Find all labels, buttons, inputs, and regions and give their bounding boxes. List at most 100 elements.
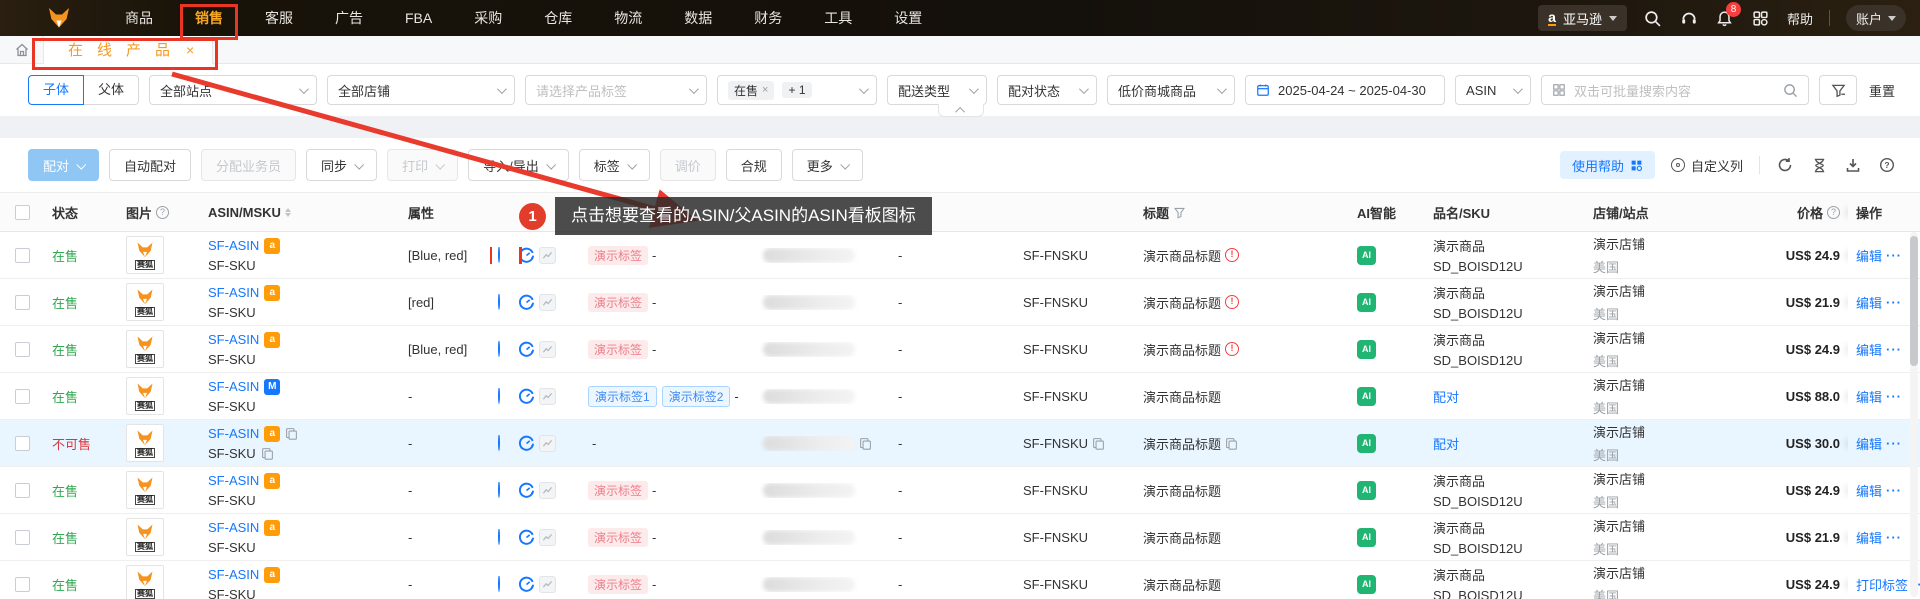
asin-link[interactable]: SF-ASIN [208,238,259,253]
asin-dashboard-pie-icon[interactable] [498,528,500,545]
keyword-radar-icon[interactable] [518,529,535,546]
trend-chart-icon[interactable] [539,528,556,546]
toolbar-button-1[interactable]: 自动配对 [109,149,192,181]
delivery-type-select[interactable]: 配送类型 [887,75,988,105]
nav-item-6[interactable]: 仓库 [523,0,593,36]
toolbar-button-5[interactable]: 导入/导出 [468,149,569,181]
header-shop-site[interactable]: 店铺/站点 [1585,203,1760,222]
row-more-button[interactable]: ··· [1886,342,1902,357]
row-checkbox[interactable] [14,529,30,545]
nav-item-10[interactable]: 工具 [803,0,873,36]
keyword-radar-icon[interactable] [518,388,535,405]
advanced-filter-button[interactable] [1819,75,1858,105]
ai-assistant-icon[interactable]: AI [1357,433,1376,453]
product-image[interactable]: 赛狐 [126,377,164,415]
trend-chart-icon[interactable] [539,293,556,311]
ai-assistant-icon[interactable]: AI [1357,292,1376,312]
row-more-button[interactable]: ··· [1886,483,1902,498]
row-checkbox[interactable] [14,294,30,310]
header-asin-msku[interactable]: ASIN/MSKU [200,205,400,220]
product-image[interactable]: 赛狐 [126,330,164,368]
row-action-link[interactable]: 编辑 [1856,340,1882,359]
header-title[interactable]: 标题 [1135,203,1345,222]
asin-link[interactable]: SF-ASIN [208,379,259,394]
scope-child-button[interactable]: 子体 [28,75,85,105]
trend-chart-icon[interactable] [539,387,556,405]
product-tag-select[interactable]: 请选择产品标签 [525,75,708,105]
copy-icon[interactable] [859,437,872,450]
search-type-select[interactable]: ASIN [1455,75,1532,105]
trend-chart-icon[interactable] [539,246,556,264]
asin-link[interactable]: SF-ASIN [208,473,259,488]
nav-item-1[interactable]: 销售 [174,0,244,40]
product-image[interactable]: 赛狐 [126,424,164,462]
product-image[interactable]: 赛狐 [126,236,164,274]
keyword-radar-icon[interactable] [518,294,535,311]
shop-select[interactable]: 全部店铺 [327,75,516,105]
header-price[interactable]: 价格? [1760,203,1848,222]
row-action-link[interactable]: 编辑 [1856,387,1882,406]
row-checkbox[interactable] [14,482,30,498]
asin-dashboard-pie-icon[interactable] [498,575,500,592]
row-checkbox[interactable] [14,576,30,592]
keyword-radar-icon[interactable] [518,435,535,452]
keyword-radar-icon[interactable] [518,341,535,358]
asin-link[interactable]: SF-ASIN [208,426,259,441]
notifications-bell-icon[interactable]: 8 [1715,2,1741,28]
asin-dashboard-pie-icon[interactable] [498,481,500,498]
listing-status-select[interactable]: 在售 × + 1 [717,75,878,105]
header-image[interactable]: 图片? [118,203,200,222]
pairing-status-select[interactable]: 配对状态 [997,75,1098,105]
trend-chart-icon[interactable] [539,434,556,452]
header-ai[interactable]: AI智能 [1345,203,1425,222]
product-image[interactable]: 赛狐 [126,471,164,509]
keyword-radar-icon[interactable] [518,247,535,264]
row-action-link[interactable]: 打印标签 [1856,575,1908,594]
product-image[interactable]: 赛狐 [126,518,164,556]
chip-close-icon[interactable]: × [762,84,768,96]
asin-link[interactable]: SF-ASIN [208,567,259,582]
copy-icon[interactable] [285,427,298,440]
toolbar-button-8[interactable]: 合规 [725,149,782,181]
toolbar-button-0[interactable]: 配对 [28,149,100,181]
ai-assistant-icon[interactable]: AI [1357,480,1376,500]
copy-icon[interactable] [1092,437,1105,450]
nav-item-3[interactable]: 广告 [314,0,384,36]
table-row[interactable]: 在售 赛狐 SF-ASIN a SF-SKU [0,514,1920,561]
copy-icon[interactable] [1225,437,1238,450]
trend-chart-icon[interactable] [539,575,556,593]
asin-link[interactable]: SF-ASIN [208,520,259,535]
toolbar-button-3[interactable]: 同步 [306,149,378,181]
row-more-button[interactable]: ··· [1886,436,1902,451]
ai-assistant-icon[interactable]: AI [1357,339,1376,359]
asin-dashboard-pie-icon[interactable] [498,293,500,310]
row-action-link[interactable]: 编辑 [1856,528,1882,547]
marketplace-switcher[interactable]: a 亚马逊 [1538,5,1627,31]
select-all-checkbox[interactable] [14,204,30,220]
row-more-button[interactable]: ··· [1886,530,1902,545]
ai-assistant-icon[interactable]: AI [1357,574,1376,594]
header-status[interactable]: 状态 [44,203,118,222]
lowprice-mall-select[interactable]: 低价商城商品 [1107,75,1236,105]
title-warning-icon[interactable]: ! [1225,342,1240,356]
row-action-link[interactable]: 编辑 [1856,434,1882,453]
header-product-sku[interactable]: 品名/SKU [1425,203,1585,222]
row-action-link[interactable]: 编辑 [1856,246,1882,265]
trend-chart-icon[interactable] [539,481,556,499]
table-row[interactable]: 在售 赛狐 SF-ASIN a SF-SKU [0,326,1920,373]
row-more-button[interactable]: ··· [1886,295,1902,310]
copy-icon[interactable] [261,447,274,460]
nav-item-0[interactable]: 商品 [104,0,174,36]
asin-dashboard-pie-icon[interactable] [498,434,500,451]
scope-parent-button[interactable]: 父体 [84,75,140,105]
header-attributes[interactable]: 属性 [400,203,490,222]
account-menu[interactable]: 账户 [1845,5,1906,31]
product-image[interactable]: 赛狐 [126,283,164,321]
table-row[interactable]: 不可售 赛狐 SF-ASIN a SF-SKU - - - SF-FNSKU 演… [0,420,1920,467]
row-more-button[interactable]: ··· [1886,248,1902,263]
reset-button[interactable]: 重置 [1869,81,1895,100]
trend-chart-icon[interactable] [539,340,556,358]
customize-columns-button[interactable]: 自定义列 [1670,156,1743,175]
row-checkbox[interactable] [14,435,30,451]
help-link[interactable]: 帮助 [1787,9,1813,28]
